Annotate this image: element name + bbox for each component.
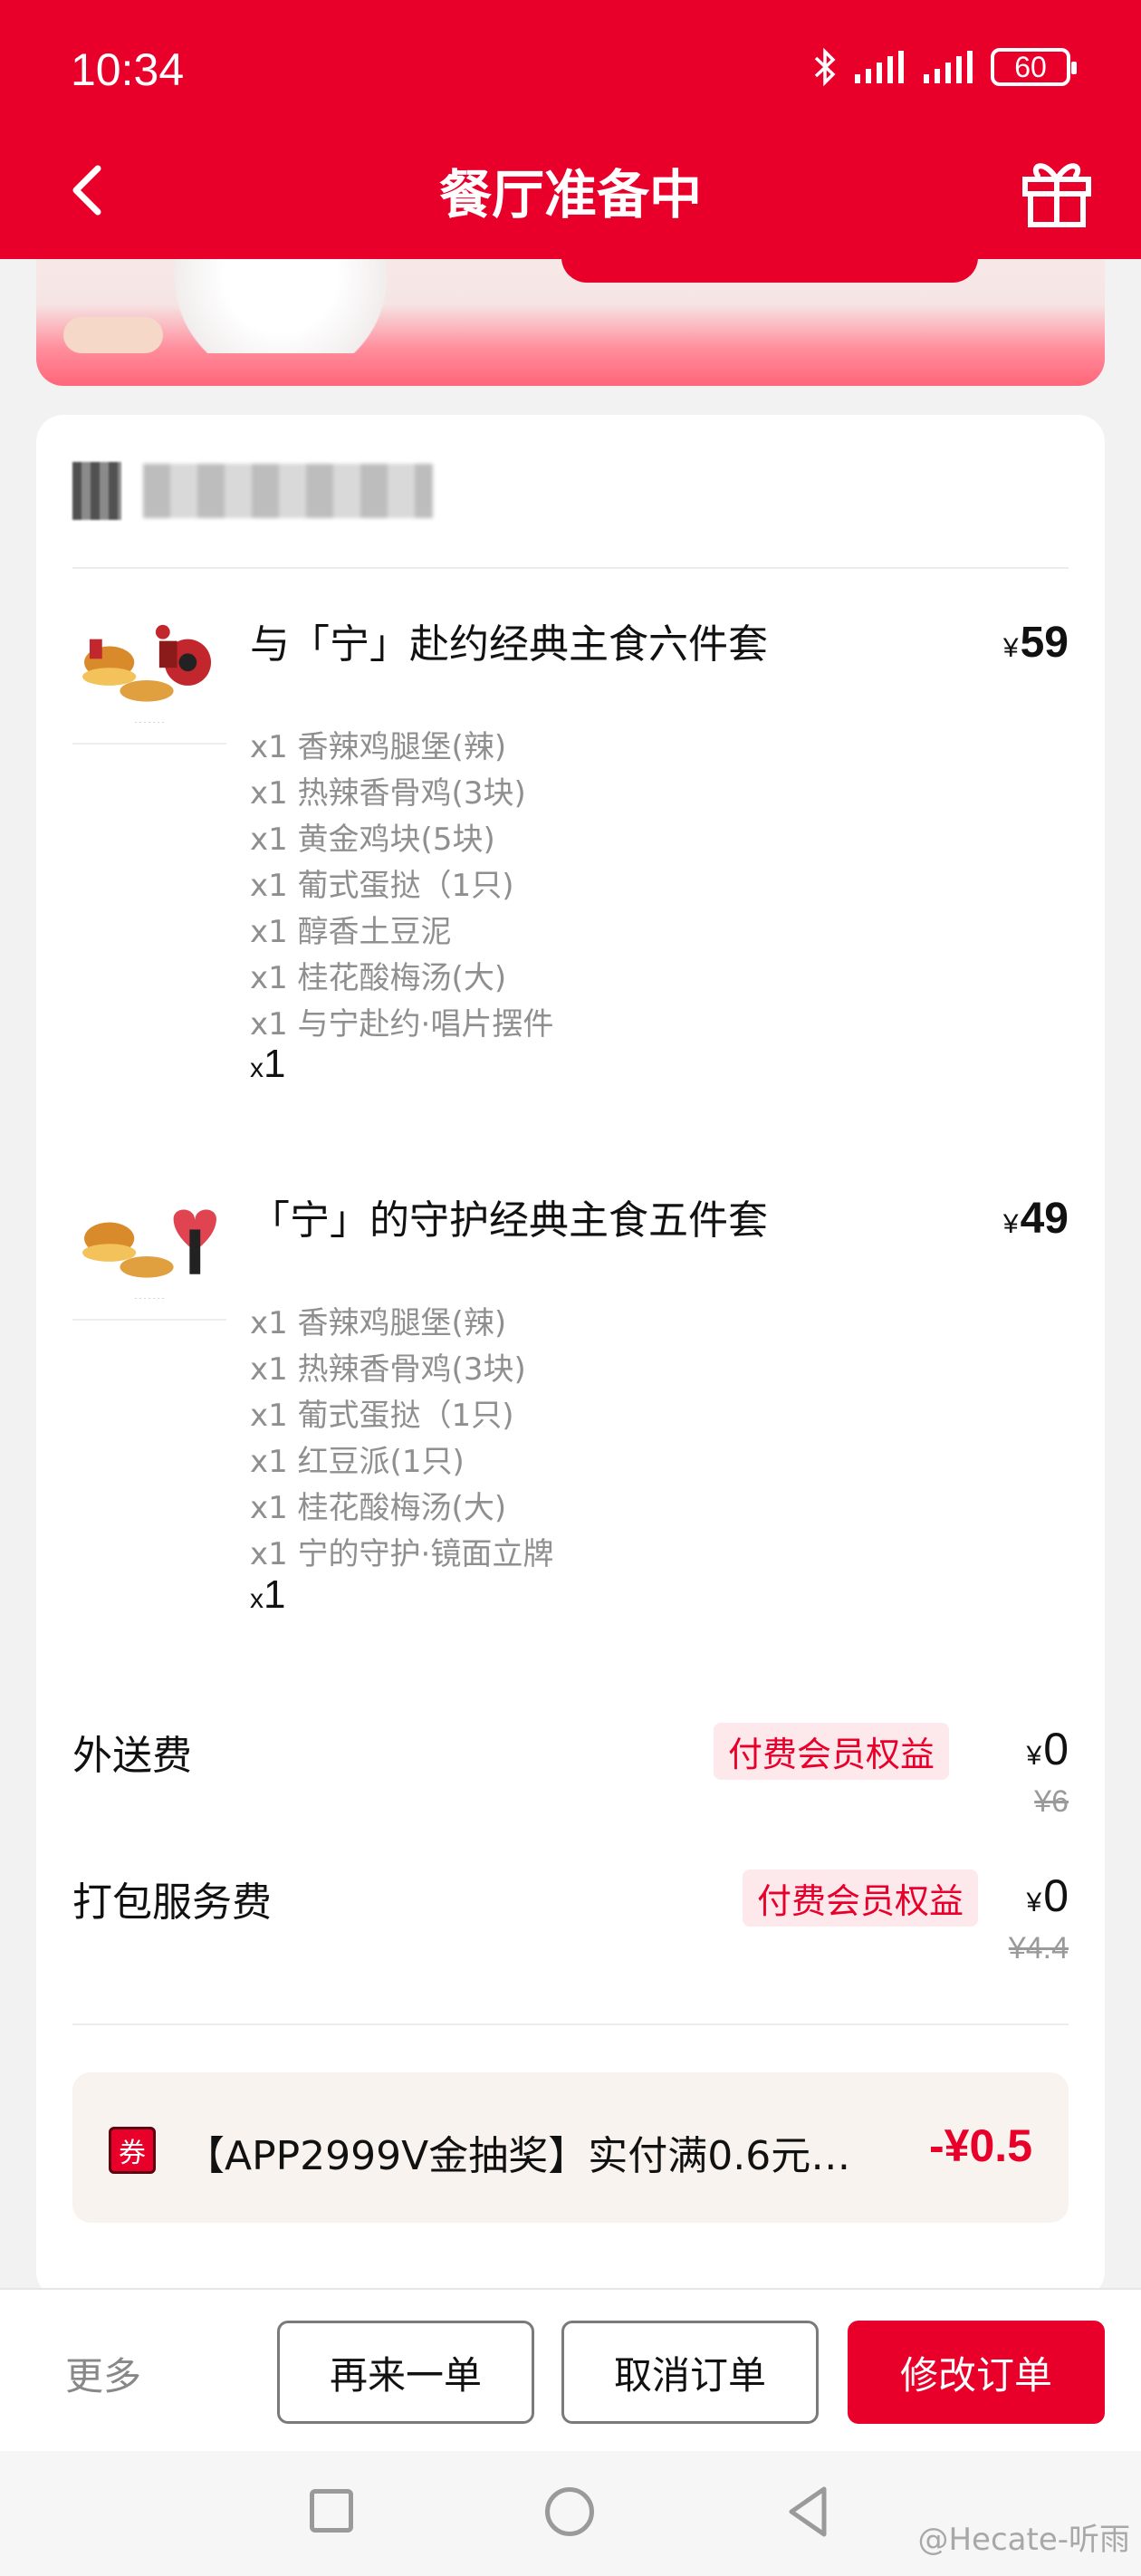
item-title: 与「宁」赴约经典主食六件套	[250, 621, 768, 668]
more-button[interactable]: 更多	[65, 2346, 141, 2401]
fee-price: ¥0	[1026, 1724, 1069, 1774]
battery-level: 60	[1014, 50, 1047, 83]
fee-label: 打包服务费	[72, 1879, 272, 1926]
coupon-row[interactable]: 券 【APP2999V金抽奖】实付满0.6元… -¥0.5	[72, 2072, 1069, 2223]
item-components: x1 香辣鸡腿堡(辣) x1 热辣香骨鸡(3块) x1 葡式蛋挞（1只) x1 …	[250, 1301, 553, 1578]
component-line: x1 醇香土豆泥	[250, 914, 452, 950]
status-icons: 60	[813, 47, 1077, 87]
order-item: · · · · · · · 「宁」的守护经典主食五件套 ¥49 x1 香辣鸡腿堡…	[72, 1194, 1069, 1683]
divider	[72, 567, 1069, 569]
watermark: @Hecate-听雨	[917, 2522, 1130, 2558]
system-nav-bar: @Hecate-听雨	[0, 2451, 1141, 2576]
signal-icon-2	[924, 51, 973, 83]
component-line: x1 热辣香骨鸡(3块)	[250, 1351, 526, 1388]
component-line: x1 热辣香骨鸡(3块)	[250, 775, 526, 812]
home-icon[interactable]	[545, 2487, 594, 2536]
back-triangle-icon[interactable]	[784, 2484, 829, 2540]
member-benefit-badge: 付费会员权益	[713, 1723, 949, 1780]
cancel-order-button[interactable]: 取消订单	[561, 2321, 819, 2424]
item-price: ¥59	[1002, 619, 1069, 667]
delivery-fee-row: 外送费 付费会员权益 ¥0 ¥6	[72, 1723, 1069, 1831]
order-card: · · · · · · · 与「宁」赴约经典主食六件套 ¥59 x1 香辣鸡腿堡…	[36, 415, 1105, 2299]
component-line: x1 桂花酸梅汤(大)	[250, 1490, 507, 1526]
item-image: · · · · · · ·	[72, 618, 226, 745]
divider	[72, 2023, 1069, 2025]
item-components: x1 香辣鸡腿堡(辣) x1 热辣香骨鸡(3块) x1 黄金鸡块(5块) x1 …	[250, 725, 553, 1048]
component-line: x1 香辣鸡腿堡(辣)	[250, 729, 507, 765]
action-bar: 更多 再来一单 取消订单 修改订单	[0, 2288, 1141, 2451]
bluetooth-icon	[814, 47, 836, 87]
component-line: x1 黄金鸡块(5块)	[250, 822, 495, 858]
component-line: x1 桂花酸梅汤(大)	[250, 960, 507, 996]
component-line: x1 香辣鸡腿堡(辣)	[250, 1305, 507, 1341]
fee-price: ¥0	[1026, 1870, 1069, 1921]
fee-original-price: ¥4.4	[1008, 1931, 1069, 1966]
order-item: · · · · · · · 与「宁」赴约经典主食六件套 ¥59 x1 香辣鸡腿堡…	[72, 618, 1069, 1125]
app-header: 10:34 60 餐厅准备中	[0, 0, 1141, 259]
item-quantity: x1	[250, 1572, 286, 1617]
item-image: · · · · · · ·	[72, 1194, 226, 1321]
status-time: 10:34	[71, 44, 185, 95]
signal-icon	[855, 51, 904, 83]
coupon-tag-icon: 券	[109, 2127, 156, 2174]
component-line: x1 宁的守护·镜面立牌	[250, 1536, 554, 1572]
component-line: x1 葡式蛋挞（1只)	[250, 868, 514, 904]
svg-text:· · · · · · ·: · · · · · · ·	[135, 1294, 165, 1302]
member-benefit-badge: 付费会员权益	[742, 1870, 978, 1927]
component-line: x1 与宁赴约·唱片摆件	[250, 1006, 554, 1043]
fee-original-price: ¥6	[1034, 1784, 1069, 1819]
coupon-amount: -¥0.5	[929, 2120, 1032, 2171]
store-logo	[72, 462, 121, 520]
component-line: x1 红豆派(1只)	[250, 1444, 465, 1480]
item-title: 「宁」的守护经典主食五件套	[250, 1197, 768, 1244]
store-name-blurred	[143, 464, 433, 518]
store-info[interactable]	[72, 462, 433, 520]
item-price: ¥49	[1002, 1195, 1069, 1243]
coupon-text: 【APP2999V金抽奖】实付满0.6元…	[185, 2133, 851, 2179]
modify-order-button[interactable]: 修改订单	[848, 2321, 1105, 2424]
reorder-button[interactable]: 再来一单	[277, 2321, 534, 2424]
svg-text:· · · · · · ·: · · · · · · ·	[135, 718, 165, 726]
banner-image-hand	[63, 317, 163, 353]
item-quantity: x1	[250, 1042, 286, 1086]
packaging-fee-row: 打包服务费 付费会员权益 ¥0 ¥4.4	[72, 1870, 1069, 1978]
battery-icon: 60	[991, 48, 1077, 86]
recents-icon[interactable]	[310, 2489, 353, 2533]
component-line: x1 葡式蛋挞（1只)	[250, 1398, 514, 1434]
gift-icon[interactable]	[1018, 152, 1096, 230]
fee-label: 外送费	[72, 1733, 192, 1779]
page-title: 餐厅准备中	[438, 164, 702, 226]
